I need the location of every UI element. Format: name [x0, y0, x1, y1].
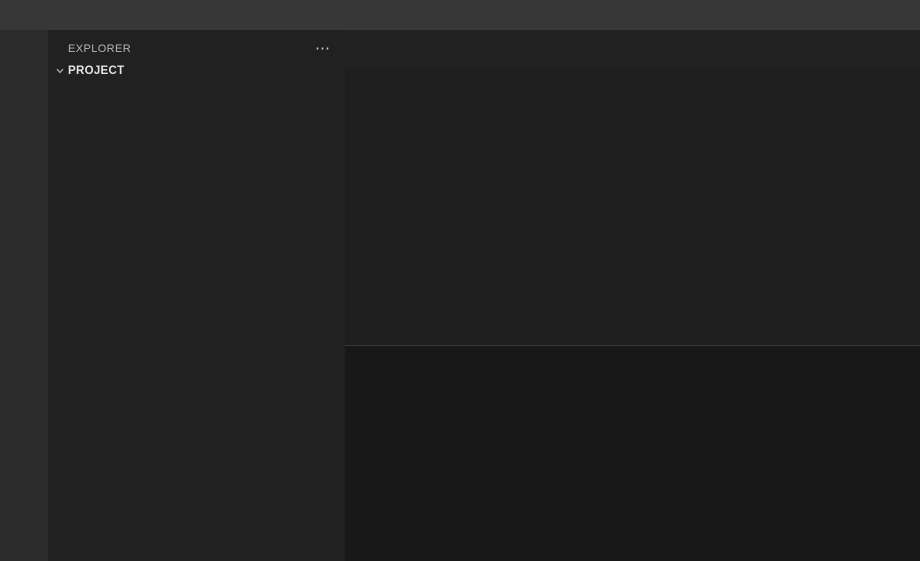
code-editor[interactable]	[345, 88, 920, 345]
terminal[interactable]	[345, 381, 920, 561]
tree-root-project[interactable]: PROJECT	[48, 60, 345, 82]
bottom-panel	[345, 345, 920, 561]
editor-group	[345, 30, 920, 561]
workbench: EXPLORER ⋯ PROJECT	[0, 30, 920, 561]
chevron-down-icon	[52, 66, 68, 76]
explorer-sidebar: EXPLORER ⋯ PROJECT	[48, 30, 345, 561]
menu-bar	[0, 0, 920, 30]
editor-tabs	[345, 30, 920, 68]
sidebar-header: EXPLORER ⋯	[48, 30, 345, 60]
breadcrumb	[345, 68, 920, 88]
activity-bar	[0, 30, 48, 561]
more-actions-icon[interactable]: ⋯	[315, 44, 331, 54]
sidebar-title: EXPLORER	[68, 43, 131, 55]
vscode-window: EXPLORER ⋯ PROJECT	[0, 0, 920, 561]
panel-tabs	[345, 346, 920, 381]
tree-root-label: PROJECT	[68, 65, 124, 77]
